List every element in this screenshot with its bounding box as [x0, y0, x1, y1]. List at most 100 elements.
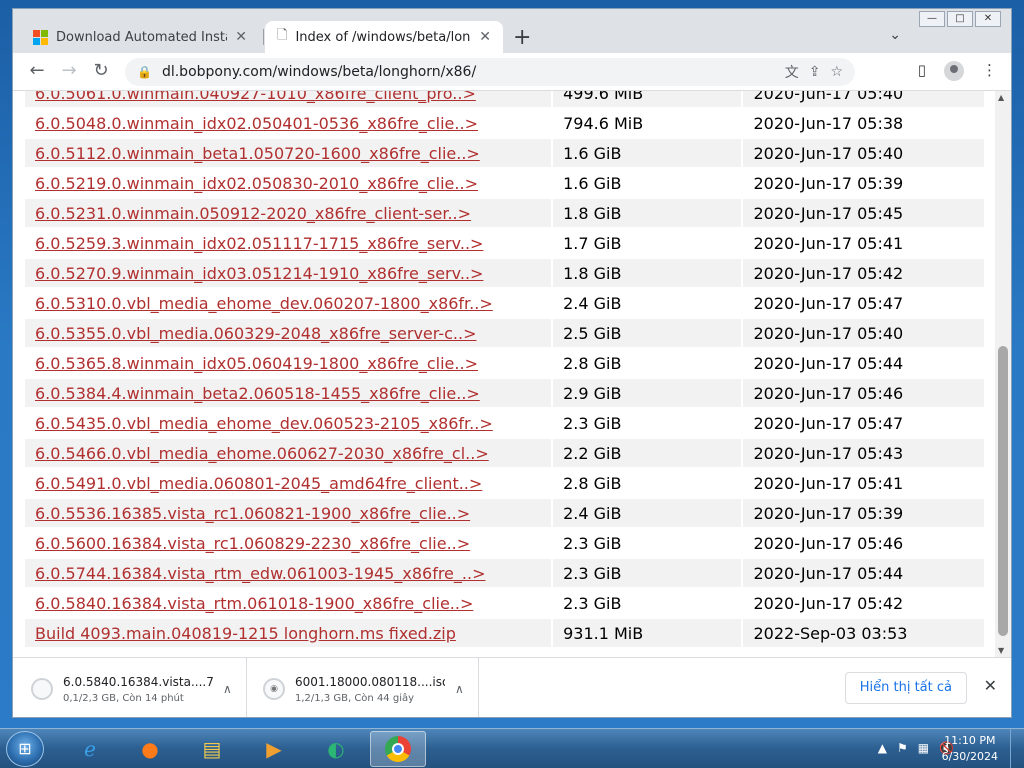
table-row: 6.0.5231.0.winmain.050912-2020_x86fre_cl… — [25, 199, 984, 227]
side-panel-icon[interactable]: ▯ — [918, 61, 926, 81]
scroll-down-arrow-icon[interactable]: ▼ — [998, 646, 1004, 655]
file-size: 2.2 GiB — [553, 439, 742, 467]
share-icon[interactable]: ⇪ — [809, 64, 821, 80]
table-row: 6.0.5112.0.winmain_beta1.050720-1600_x86… — [25, 139, 984, 167]
file-link[interactable]: 6.0.5600.16384.vista_rc1.060829-2230_x86… — [35, 534, 470, 553]
file-date: 2020-Jun-17 05:39 — [743, 169, 984, 197]
file-link[interactable]: 6.0.5112.0.winmain_beta1.050720-1600_x86… — [35, 144, 480, 163]
file-date: 2020-Jun-17 05:43 — [743, 439, 984, 467]
file-link[interactable]: 6.0.5061.0.winmain.040927-1010_x86fre_cl… — [35, 91, 476, 103]
file-link[interactable]: 6.0.5536.16385.vista_rc1.060821-1900_x86… — [35, 504, 470, 523]
download-item[interactable]: ◉ 6001.18000.080118....iso 1,2/1,3 GB, C… — [249, 658, 479, 717]
file-link[interactable]: 6.0.5365.8.winmain_idx05.060419-1800_x86… — [35, 354, 478, 373]
file-size: 1.8 GiB — [553, 259, 742, 287]
file-size: 499.6 MiB — [553, 91, 742, 107]
firefox-icon[interactable]: ● — [122, 731, 178, 767]
file-link[interactable]: 6.0.5840.16384.vista_rtm.061018-1900_x86… — [35, 594, 473, 613]
file-date: 2020-Jun-17 05:41 — [743, 469, 984, 497]
forward-arrow-icon[interactable]: → — [57, 60, 81, 81]
translate-icon[interactable]: 文 — [785, 62, 799, 82]
scrollbar-thumb[interactable] — [998, 346, 1008, 636]
scroll-up-arrow-icon[interactable]: ▲ — [998, 93, 1004, 102]
network-icon[interactable]: ▦ — [918, 741, 929, 755]
table-row: 6.0.5365.8.winmain_idx05.060419-1800_x86… — [25, 349, 984, 377]
file-size: 2.4 GiB — [553, 289, 742, 317]
file-size: 2.8 GiB — [553, 349, 742, 377]
show-desktop-button[interactable] — [1010, 729, 1024, 768]
tab-search-chevron-icon[interactable]: ⌄ — [889, 27, 901, 43]
chevron-up-icon[interactable]: ∧ — [223, 682, 232, 696]
file-link[interactable]: 6.0.5048.0.winmain_idx02.050401-0536_x86… — [35, 114, 478, 133]
tab-close-icon[interactable]: ✕ — [235, 29, 247, 45]
file-size: 931.1 MiB — [553, 619, 742, 647]
start-button[interactable]: ⊞ — [6, 731, 44, 767]
chevron-up-icon[interactable]: ∧ — [455, 682, 464, 696]
reload-icon[interactable]: ↻ — [89, 60, 113, 81]
table-row: Build 4093.main.040819-1215 longhorn.ms … — [25, 619, 984, 647]
taskbar-clock[interactable]: 11:10 PM 6/30/2024 — [942, 733, 998, 765]
file-link[interactable]: Build 4093.main.040819-1215 longhorn.ms … — [35, 624, 456, 643]
table-row: 6.0.5840.16384.vista_rtm.061018-1900_x86… — [25, 589, 984, 617]
file-link[interactable]: 6.0.5355.0.vbl_media.060329-2048_x86fre_… — [35, 324, 476, 343]
table-row: 6.0.5048.0.winmain_idx02.050401-0536_x86… — [25, 109, 984, 137]
disc-image-icon: ◉ — [263, 678, 285, 700]
tab-index-longhorn[interactable]: 🗋 Index of /windows/beta/longhor ✕ — [265, 21, 503, 53]
file-date: 2020-Jun-17 05:40 — [743, 319, 984, 347]
media-player-icon[interactable]: ▶ — [246, 731, 302, 767]
file-link[interactable]: 6.0.5219.0.winmain_idx02.050830-2010_x86… — [35, 174, 478, 193]
show-hidden-icons-icon[interactable]: ▲ — [878, 741, 887, 755]
file-link[interactable]: 6.0.5491.0.vbl_media.060801-2045_amd64fr… — [35, 474, 482, 493]
app-icon[interactable]: ◐ — [308, 731, 364, 767]
tab-download-automated[interactable]: Download Automated Installatio ✕ — [21, 21, 259, 53]
file-icon — [31, 678, 53, 700]
taskbar: ⊞ ℯ ● ▤ ▶ ◐ ▲ ⚑ ▦ 🔇 11:10 PM 6/30/2024 — [0, 728, 1024, 768]
menu-kebab-icon[interactable]: ⋮ — [982, 61, 997, 81]
file-date: 2020-Jun-17 05:42 — [743, 259, 984, 287]
browser-toolbar: ← → ↻ 🔒 dl.bobpony.com/windows/beta/long… — [13, 53, 1011, 91]
table-row: 6.0.5435.0.vbl_media_ehome_dev.060523-21… — [25, 409, 984, 437]
clock-date: 6/30/2024 — [941, 750, 998, 763]
file-link[interactable]: 6.0.5310.0.vbl_media_ehome_dev.060207-18… — [35, 294, 493, 313]
chrome-icon[interactable] — [370, 731, 426, 767]
table-row: 6.0.5355.0.vbl_media.060329-2048_x86fre_… — [25, 319, 984, 347]
file-link[interactable]: 6.0.5231.0.winmain.050912-2020_x86fre_cl… — [35, 204, 471, 223]
file-link[interactable]: 6.0.5744.16384.vista_rtm_edw.061003-1945… — [35, 564, 485, 583]
file-link[interactable]: 6.0.5435.0.vbl_media_ehome_dev.060523-21… — [35, 414, 493, 433]
clock-time: 11:10 PM — [944, 734, 996, 747]
profile-avatar-icon[interactable] — [944, 61, 964, 81]
file-size: 1.7 GiB — [553, 229, 742, 257]
back-arrow-icon[interactable]: ← — [25, 60, 49, 81]
url-text[interactable]: dl.bobpony.com/windows/beta/longhorn/x86… — [162, 64, 775, 80]
file-link[interactable]: 6.0.5466.0.vbl_media_ehome.060627-2030_x… — [35, 444, 489, 463]
action-center-flag-icon[interactable]: ⚑ — [897, 741, 908, 755]
file-link[interactable]: 6.0.5270.9.winmain_idx03.051214-1910_x86… — [35, 264, 483, 283]
file-date: 2020-Jun-17 05:44 — [743, 559, 984, 587]
site-info-icon[interactable]: 🔒 — [137, 65, 152, 79]
bookmark-star-icon[interactable]: ☆ — [830, 64, 843, 80]
toolbar-right-actions: ▯ ⋮ — [918, 61, 997, 81]
file-explorer-icon[interactable]: ▤ — [184, 731, 240, 767]
file-size: 2.4 GiB — [553, 499, 742, 527]
tab-close-icon[interactable]: ✕ — [479, 29, 491, 45]
internet-explorer-icon[interactable]: ℯ — [62, 731, 118, 767]
table-row: 6.0.5466.0.vbl_media_ehome.060627-2030_x… — [25, 439, 984, 467]
page-icon: 🗋 — [277, 28, 288, 43]
file-link[interactable]: 6.0.5384.4.winmain_beta2.060518-1455_x86… — [35, 384, 480, 403]
file-date: 2020-Jun-17 05:40 — [743, 139, 984, 167]
file-size: 2.3 GiB — [553, 529, 742, 557]
table-row: 6.0.5259.3.winmain_idx02.051117-1715_x86… — [25, 229, 984, 257]
page-content: 6.0.5061.0.winmain.040927-1010_x86fre_cl… — [13, 91, 997, 657]
file-link[interactable]: 6.0.5259.3.winmain_idx02.051117-1715_x86… — [35, 234, 483, 253]
file-size: 2.3 GiB — [553, 559, 742, 587]
download-shelf: 6.0.5840.16384.vista....7z 0,1/2,3 GB, C… — [13, 657, 1011, 717]
tab-separator — [263, 29, 264, 45]
new-tab-button[interactable]: + — [513, 25, 531, 50]
table-row: 6.0.5744.16384.vista_rtm_edw.061003-1945… — [25, 559, 984, 587]
file-date: 2020-Jun-17 05:47 — [743, 409, 984, 437]
download-item[interactable]: 6.0.5840.16384.vista....7z 0,1/2,3 GB, C… — [17, 658, 247, 717]
show-all-downloads-button[interactable]: Hiển thị tất cả — [844, 672, 967, 704]
address-bar[interactable]: 🔒 dl.bobpony.com/windows/beta/longhorn/x… — [125, 58, 855, 86]
close-shelf-icon[interactable]: ✕ — [984, 676, 997, 695]
table-row: 6.0.5061.0.winmain.040927-1010_x86fre_cl… — [25, 91, 984, 107]
vertical-scrollbar[interactable]: ▲ ▼ — [995, 91, 1011, 657]
